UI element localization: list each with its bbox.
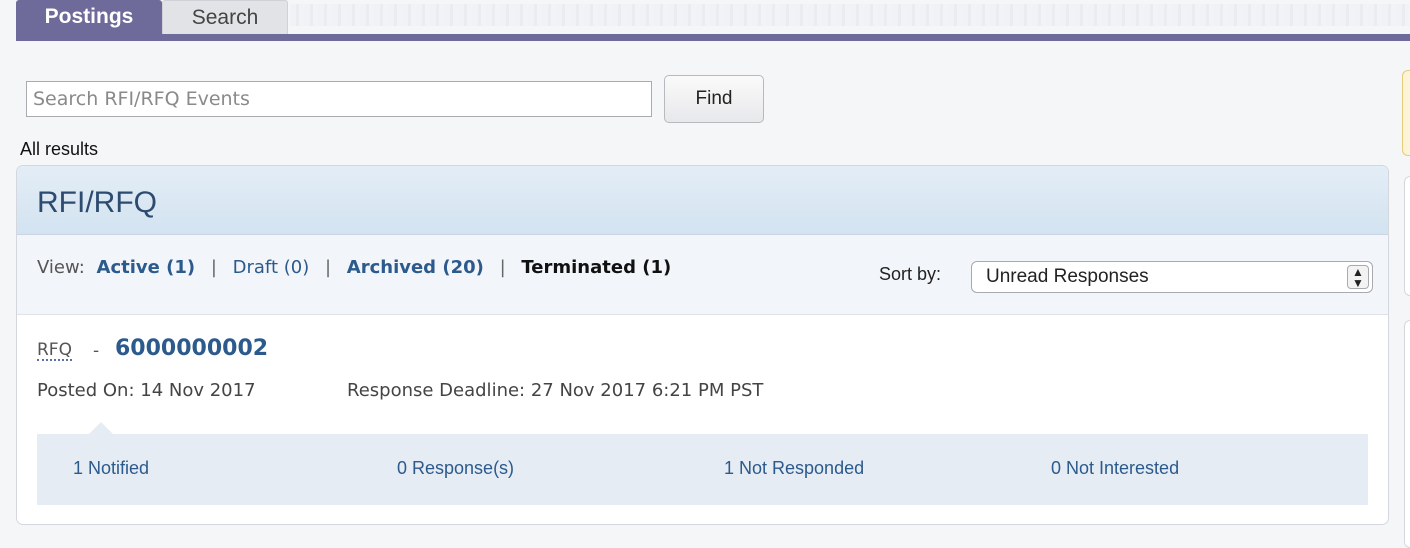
sort-label: Sort by: [879, 264, 942, 284]
view-filter: View: Active (1) | Draft (0) | Archived … [37, 257, 671, 278]
stat-responses[interactable]: 0 Response(s) [397, 458, 514, 479]
posted-on: Posted On: 14 Nov 2017 [37, 380, 256, 401]
rfi-rfq-panel: RFI/RFQ View: Active (1) | Draft (0) | A… [16, 165, 1389, 525]
view-active-link[interactable]: Active (1) [97, 257, 196, 278]
side-panel [1404, 320, 1410, 548]
search-input[interactable] [26, 81, 652, 117]
results-label: All results [20, 139, 99, 159]
stat-not-interested[interactable]: 0 Not Interested [1051, 458, 1179, 479]
item-id-link[interactable]: 6000000002 [115, 336, 268, 361]
view-separator: | [324, 257, 332, 278]
tab-underline [16, 34, 1410, 41]
item-separator: - [93, 341, 100, 361]
panel-title: RFI/RFQ [37, 186, 157, 219]
tab-bar: Postings Search [0, 0, 1410, 42]
view-separator: | [210, 257, 217, 278]
side-panel [1404, 176, 1410, 296]
find-button[interactable]: Find [664, 75, 764, 123]
sort-selected-value: Unread Responses [986, 266, 1149, 287]
view-terminated-selected[interactable]: Terminated (1) [521, 257, 671, 278]
stat-notified[interactable]: 1 Notified [73, 458, 149, 479]
tab-postings[interactable]: Postings [16, 0, 162, 34]
response-deadline: Response Deadline: 27 Nov 2017 6:21 PM P… [347, 380, 764, 401]
view-archived-link[interactable]: Archived (20) [347, 257, 484, 278]
tab-search[interactable]: Search [162, 0, 288, 34]
updown-arrows-icon: ▲ ▼ [1347, 265, 1369, 289]
stats-notch [89, 422, 113, 434]
item-type-abbr: RFQ [37, 340, 72, 361]
view-label: View: [37, 257, 85, 278]
view-draft-link[interactable]: Draft (0) [233, 257, 310, 278]
stat-not-responded[interactable]: 1 Not Responded [724, 458, 864, 479]
side-panel-notice [1402, 70, 1410, 156]
sort-select[interactable]: Unread Responses ▲ ▼ [971, 261, 1373, 293]
view-separator: | [499, 257, 506, 278]
tab-bar-background [290, 4, 1410, 26]
panel-header [17, 166, 1388, 235]
